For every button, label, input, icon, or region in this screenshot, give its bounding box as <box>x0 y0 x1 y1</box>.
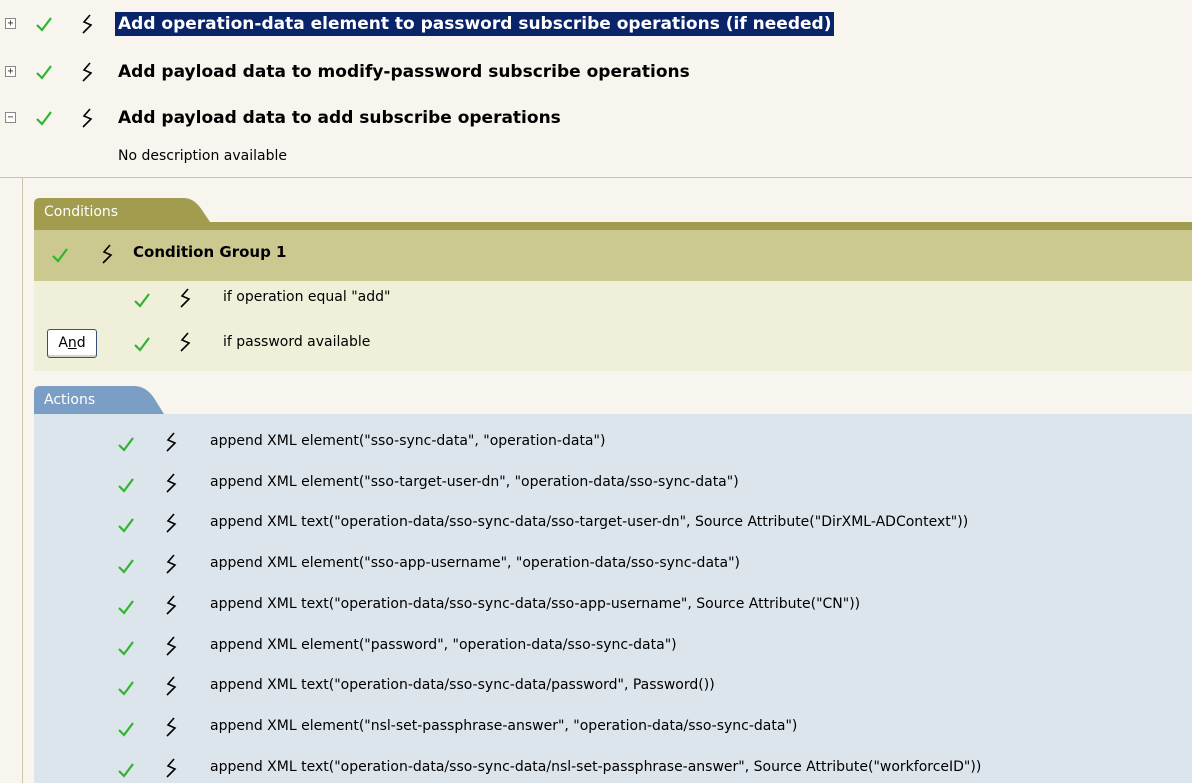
lightning-icon[interactable] <box>164 432 178 452</box>
check-icon[interactable] <box>118 517 134 533</box>
lightning-icon[interactable] <box>80 62 94 82</box>
rule-row[interactable]: + Add payload data to modify-password su… <box>0 54 1192 90</box>
rule-row[interactable]: − Add payload data to add subscribe oper… <box>0 100 1192 136</box>
action-text[interactable]: append XML element("sso-app-username", "… <box>210 555 740 571</box>
divider <box>22 178 23 783</box>
action-text[interactable]: append XML text("operation-data/sso-sync… <box>210 759 981 775</box>
rule-row[interactable]: + Add operation-data element to password… <box>0 6 1192 42</box>
actions-tab[interactable]: Actions <box>34 387 154 413</box>
check-icon[interactable] <box>118 436 134 452</box>
and-button[interactable]: And <box>47 329 97 358</box>
rule-description: No description available <box>118 148 287 164</box>
check-icon[interactable] <box>36 16 52 32</box>
check-icon[interactable] <box>118 640 134 656</box>
condition-text[interactable]: if password available <box>223 334 370 350</box>
lightning-icon[interactable] <box>80 108 94 128</box>
check-icon[interactable] <box>52 247 68 263</box>
expand-icon[interactable]: + <box>5 18 16 29</box>
lightning-icon[interactable] <box>164 554 178 574</box>
lightning-icon[interactable] <box>164 473 178 493</box>
rule-title[interactable]: Add operation-data element to password s… <box>115 12 835 36</box>
lightning-icon[interactable] <box>178 288 192 308</box>
check-icon[interactable] <box>118 477 134 493</box>
action-text[interactable]: append XML element("nsl-set-passphrase-a… <box>210 718 797 734</box>
lightning-icon[interactable] <box>164 758 178 778</box>
action-text[interactable]: append XML element("password", "operatio… <box>210 637 677 653</box>
check-icon[interactable] <box>134 292 150 308</box>
rule-title[interactable]: Add payload data to modify-password subs… <box>115 60 693 84</box>
lightning-icon[interactable] <box>164 636 178 656</box>
lightning-icon[interactable] <box>164 676 178 696</box>
check-icon[interactable] <box>118 599 134 615</box>
action-text[interactable]: append XML text("operation-data/sso-sync… <box>210 596 860 612</box>
check-icon[interactable] <box>36 110 52 126</box>
check-icon[interactable] <box>118 558 134 574</box>
action-text[interactable]: append XML text("operation-data/sso-sync… <box>210 677 715 693</box>
condition-group-label[interactable]: Condition Group 1 <box>133 243 286 261</box>
lightning-icon[interactable] <box>164 717 178 737</box>
condition-text[interactable]: if operation equal "add" <box>223 289 390 305</box>
divider <box>0 177 1192 178</box>
collapse-icon[interactable]: − <box>5 112 16 123</box>
check-icon[interactable] <box>118 680 134 696</box>
rule-title[interactable]: Add payload data to add subscribe operat… <box>115 106 564 130</box>
check-icon[interactable] <box>134 336 150 352</box>
expand-icon[interactable]: + <box>5 66 16 77</box>
action-text[interactable]: append XML text("operation-data/sso-sync… <box>210 514 968 530</box>
action-text[interactable]: append XML element("sso-target-user-dn",… <box>210 474 739 490</box>
check-icon[interactable] <box>118 762 134 778</box>
lightning-icon[interactable] <box>178 332 192 352</box>
conditions-tab[interactable]: Conditions <box>34 199 174 225</box>
lightning-icon[interactable] <box>164 595 178 615</box>
lightning-icon[interactable] <box>80 14 94 34</box>
conditions-tab-shape <box>34 198 1192 230</box>
action-text[interactable]: append XML element("sso-sync-data", "ope… <box>210 433 605 449</box>
lightning-icon[interactable] <box>164 513 178 533</box>
check-icon[interactable] <box>36 64 52 80</box>
lightning-icon[interactable] <box>100 244 114 264</box>
check-icon[interactable] <box>118 721 134 737</box>
